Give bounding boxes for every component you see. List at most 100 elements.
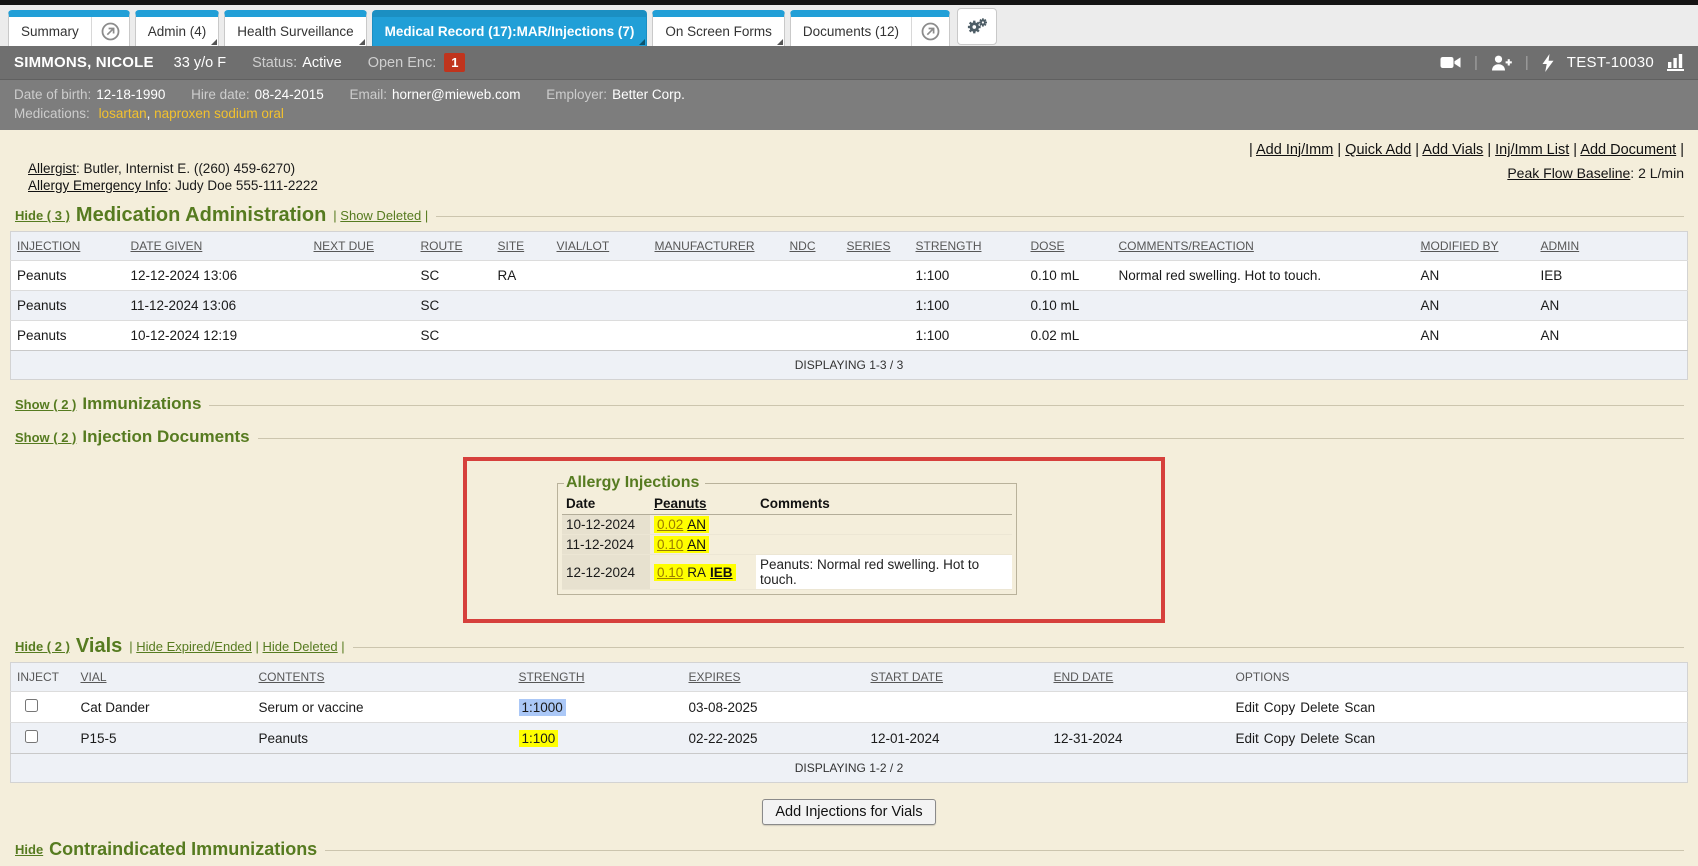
link-add-inj-imm[interactable]: Add Inj/Imm [1256, 142, 1333, 158]
link-hide-deleted[interactable]: Hide Deleted [263, 639, 338, 654]
column-header[interactable]: VIAL/LOT [551, 232, 649, 261]
initials-link[interactable]: AN [687, 517, 706, 532]
column-header-label: VIAL/LOT [557, 239, 610, 253]
vials-heading: Hide ( 2 ) Vials | Hide Expired/Ended | … [10, 635, 1688, 658]
copy-link[interactable]: Copy [1264, 731, 1296, 746]
tab-medical-record-17-mar-injections-7[interactable]: Medical Record (17):MAR/Injections (7) [372, 10, 648, 46]
column-header[interactable]: VIAL [75, 663, 253, 692]
column-header[interactable]: STRENGTH [910, 232, 1025, 261]
scan-link[interactable]: Scan [1344, 731, 1375, 746]
bar-chart-icon[interactable] [1667, 54, 1684, 71]
injection-documents-show-toggle[interactable]: Show ( 2 ) [15, 430, 76, 445]
vials-table: INJECTVIALCONTENTSSTRENGTHEXPIRESSTART D… [10, 662, 1688, 783]
patient-header: SIMMONS, NICOLE 33 y/o F Status: Active … [0, 46, 1698, 80]
delete-link[interactable]: Delete [1300, 731, 1339, 746]
link-hide-expired-ended[interactable]: Hide Expired/Ended [136, 639, 252, 654]
column-header[interactable]: INJECTION [11, 232, 125, 261]
column-header[interactable]: ROUTE [415, 232, 492, 261]
med-admin-title: Medication Administration [76, 204, 326, 227]
link-add-vials[interactable]: Add Vials [1422, 142, 1483, 158]
edit-link[interactable]: Edit [1236, 731, 1259, 746]
dose-highlight: 0.10 AN [654, 536, 709, 553]
email-label: Email: [349, 87, 387, 102]
link-show-deleted[interactable]: Show Deleted [340, 208, 421, 223]
column-header[interactable]: END DATE [1048, 663, 1230, 692]
tab-on-screen-forms[interactable]: On Screen Forms [652, 10, 785, 46]
column-header[interactable]: NDC [784, 232, 841, 261]
allergy-column-header[interactable]: Peanuts [650, 493, 756, 515]
column-header[interactable]: SERIES [841, 232, 910, 261]
column-header[interactable]: DATE GIVEN [125, 232, 308, 261]
lightning-icon[interactable] [1542, 54, 1554, 72]
video-camera-icon[interactable] [1440, 55, 1461, 70]
med-admin-hide-toggle[interactable]: Hide ( 3 ) [15, 208, 70, 223]
link-inj-imm-list[interactable]: Inj/Imm List [1495, 142, 1569, 158]
inject-checkbox[interactable] [25, 730, 38, 743]
link-quick-add[interactable]: Quick Add [1345, 142, 1411, 158]
immunizations-title: Immunizations [82, 394, 201, 414]
column-header[interactable]: EXPIRES [683, 663, 865, 692]
cell [308, 321, 415, 351]
patient-name: SIMMONS, NICOLE [14, 54, 154, 71]
column-header[interactable]: START DATE [865, 663, 1048, 692]
tab-health-surveillance[interactable]: Health Surveillance [224, 10, 366, 46]
cell [841, 261, 910, 291]
contraindicated-hide-toggle[interactable]: Hide [15, 842, 43, 857]
column-header[interactable]: COMMENTS/REACTION [1113, 232, 1415, 261]
strength-highlight: 1:1000 [519, 699, 566, 716]
allergist-link[interactable]: Allergist [28, 161, 76, 176]
main-content: | Add Inj/Imm | Quick Add | Add Vials | … [0, 130, 1698, 860]
column-header[interactable]: MODIFIED BY [1415, 232, 1535, 261]
cell: 0.10 mL [1025, 261, 1113, 291]
initials-link[interactable]: AN [687, 537, 706, 552]
allergy-column-label: Date [566, 496, 595, 511]
cell [492, 321, 551, 351]
delete-link[interactable]: Delete [1300, 700, 1339, 715]
med-admin-row: Peanuts12-12-2024 13:06SCRA1:1000.10 mLN… [11, 261, 1688, 291]
medication-link[interactable]: naproxen sodium oral [154, 106, 284, 121]
contraindicated-title: Contraindicated Immunizations [49, 839, 317, 860]
column-header[interactable]: MANUFACTURER [649, 232, 784, 261]
column-header: OPTIONS [1230, 663, 1688, 692]
column-header[interactable]: CONTENTS [253, 663, 513, 692]
open-in-new-icon[interactable] [911, 17, 949, 46]
column-header[interactable]: NEXT DUE [308, 232, 415, 261]
add-injections-for-vials-button[interactable]: Add Injections for Vials [762, 799, 935, 825]
edit-link[interactable]: Edit [1236, 700, 1259, 715]
column-header[interactable]: STRENGTH [513, 663, 683, 692]
tab-admin-4[interactable]: Admin (4) [135, 10, 220, 46]
dose-link[interactable]: 0.02 [657, 517, 683, 532]
dose-link[interactable]: 0.10 [657, 537, 683, 552]
peak-flow-link[interactable]: Peak Flow Baseline [1507, 165, 1630, 181]
tab-label: Summary [9, 24, 91, 39]
settings-button[interactable] [957, 8, 997, 45]
vials-hide-toggle[interactable]: Hide ( 2 ) [15, 639, 70, 654]
tab-documents-12[interactable]: Documents (12) [790, 10, 950, 46]
allergy-comment-cell [756, 515, 1012, 535]
cell [649, 261, 784, 291]
column-header[interactable]: ADMIN [1535, 232, 1688, 261]
open-in-new-icon[interactable] [91, 17, 129, 46]
allergy-column-label[interactable]: Peanuts [654, 496, 707, 511]
link-add-document[interactable]: Add Document [1580, 142, 1676, 158]
add-person-icon[interactable] [1491, 55, 1512, 71]
column-header-label: STRENGTH [519, 670, 585, 684]
vial-cell: Cat Dander [75, 692, 253, 723]
contents-cell: Peanuts [253, 723, 513, 754]
cell [492, 291, 551, 321]
cell: 0.10 mL [1025, 291, 1113, 321]
medication-link[interactable]: losartan [99, 106, 147, 121]
strength-cell: 1:1000 [513, 692, 683, 723]
inject-checkbox[interactable] [25, 699, 38, 712]
column-header[interactable]: SITE [492, 232, 551, 261]
vial-cell: P15-5 [75, 723, 253, 754]
open-enc-badge[interactable]: 1 [444, 53, 465, 72]
dose-link[interactable]: 0.10 [657, 565, 683, 580]
initials-link[interactable]: IEB [710, 565, 733, 580]
tab-summary[interactable]: Summary [8, 10, 130, 46]
scan-link[interactable]: Scan [1344, 700, 1375, 715]
column-header[interactable]: DOSE [1025, 232, 1113, 261]
copy-link[interactable]: Copy [1264, 700, 1296, 715]
immunizations-show-toggle[interactable]: Show ( 2 ) [15, 397, 76, 412]
allergy-emergency-link[interactable]: Allergy Emergency Info [28, 178, 168, 193]
